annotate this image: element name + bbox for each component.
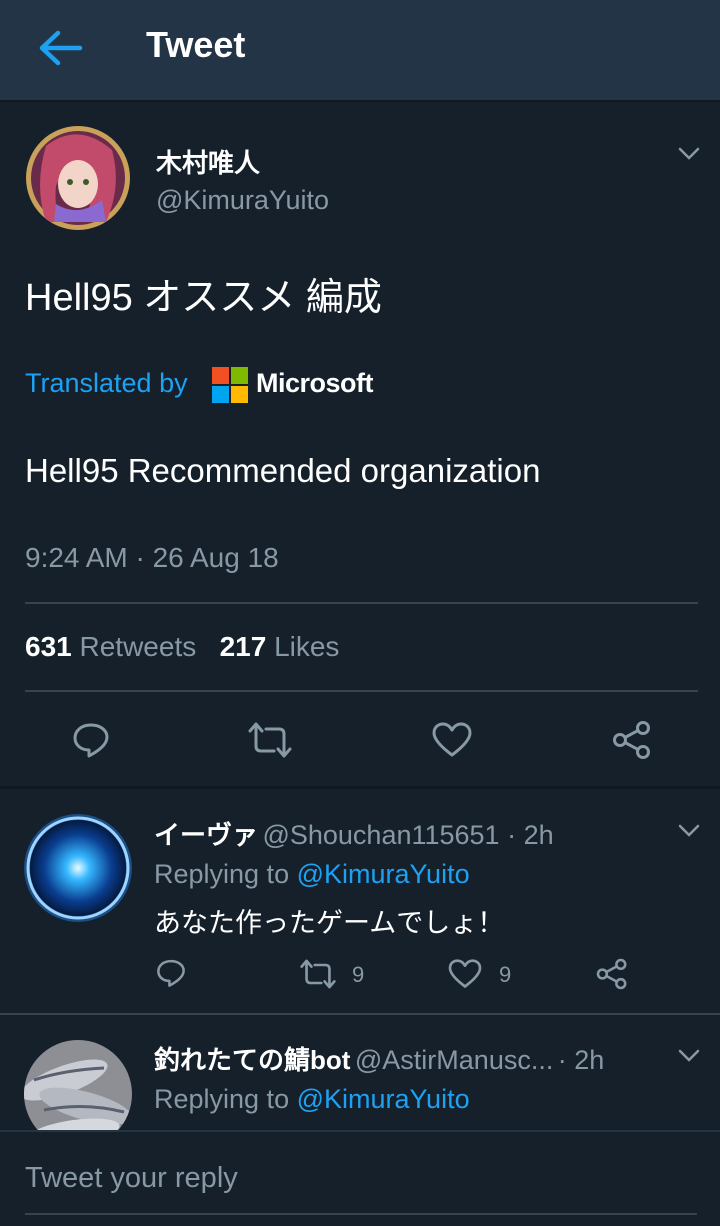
reply-author-name[interactable]: イーヴァ <box>154 820 258 850</box>
reply-icon[interactable] <box>72 721 110 759</box>
like-icon[interactable] <box>448 959 482 989</box>
retweet-icon[interactable] <box>248 722 292 758</box>
like-icon[interactable] <box>432 722 472 758</box>
chevron-down-icon[interactable] <box>678 824 700 838</box>
chevron-down-icon[interactable] <box>678 147 700 161</box>
retweets-count[interactable]: 631 <box>25 631 72 662</box>
tweet-text: Hell95 オススメ 編成 <box>25 277 382 319</box>
likes-count[interactable]: 217 <box>220 631 267 662</box>
top-app-bar <box>0 0 720 102</box>
share-icon[interactable] <box>596 958 628 990</box>
chevron-down-icon[interactable] <box>678 1049 700 1063</box>
translated-text: Hell95 Recommended organization <box>25 452 541 489</box>
replying-to-mention[interactable]: @KimuraYuito <box>297 859 470 889</box>
author-handle[interactable]: @KimuraYuito <box>156 185 329 216</box>
translated-by-label: Translated by <box>25 368 188 398</box>
replying-to-label: Replying to <box>154 1084 290 1114</box>
author-name[interactable]: 木村唯人 <box>156 143 260 180</box>
share-icon[interactable] <box>612 720 652 760</box>
replying-to: Replying to @KimuraYuito <box>154 859 470 890</box>
replying-to: Replying to @KimuraYuito <box>154 1084 470 1115</box>
reply-text: あなた作ったゲームでしょ！ <box>154 908 505 938</box>
author-avatar[interactable] <box>26 126 130 230</box>
tweet-timestamp: 9:24 AM · 26 Aug 18 <box>25 542 279 573</box>
replying-to-label: Replying to <box>154 859 290 889</box>
reply-retweet-count: 9 <box>352 962 365 987</box>
reply-header: イーヴァ @Shouchan115651 · 2h <box>154 815 554 852</box>
reply-handle-time[interactable]: @Shouchan115651 · 2h <box>262 820 553 850</box>
likes-label[interactable]: Likes <box>274 631 339 662</box>
reply-icon[interactable] <box>156 958 186 988</box>
section-separator <box>0 786 720 789</box>
reply-time: · 2h <box>557 1045 605 1075</box>
divider <box>25 690 698 692</box>
reply-input-underline <box>25 1213 697 1215</box>
reply-handle[interactable]: @AstirManusc... <box>355 1045 553 1075</box>
translator-name: Microsoft <box>256 368 374 398</box>
microsoft-logo-icon <box>212 367 248 403</box>
reply-header: 釣れたての鯖bot @AstirManusc... · 2h <box>154 1040 604 1077</box>
page-title: Tweet <box>146 24 246 65</box>
retweets-label[interactable]: Retweets <box>80 631 197 662</box>
retweet-icon[interactable] <box>300 959 336 989</box>
reply-input[interactable]: Tweet your reply <box>25 1162 238 1195</box>
reply-author-name[interactable]: 釣れたての鯖bot <box>154 1045 350 1075</box>
reply-like-count: 9 <box>499 962 512 987</box>
replying-to-mention[interactable]: @KimuraYuito <box>297 1084 470 1114</box>
divider <box>25 602 698 604</box>
tweet-stats: 631 Retweets 217 Likes <box>25 631 339 663</box>
back-arrow-icon[interactable] <box>36 28 86 68</box>
divider <box>0 1013 720 1015</box>
reply-avatar[interactable] <box>24 814 132 922</box>
